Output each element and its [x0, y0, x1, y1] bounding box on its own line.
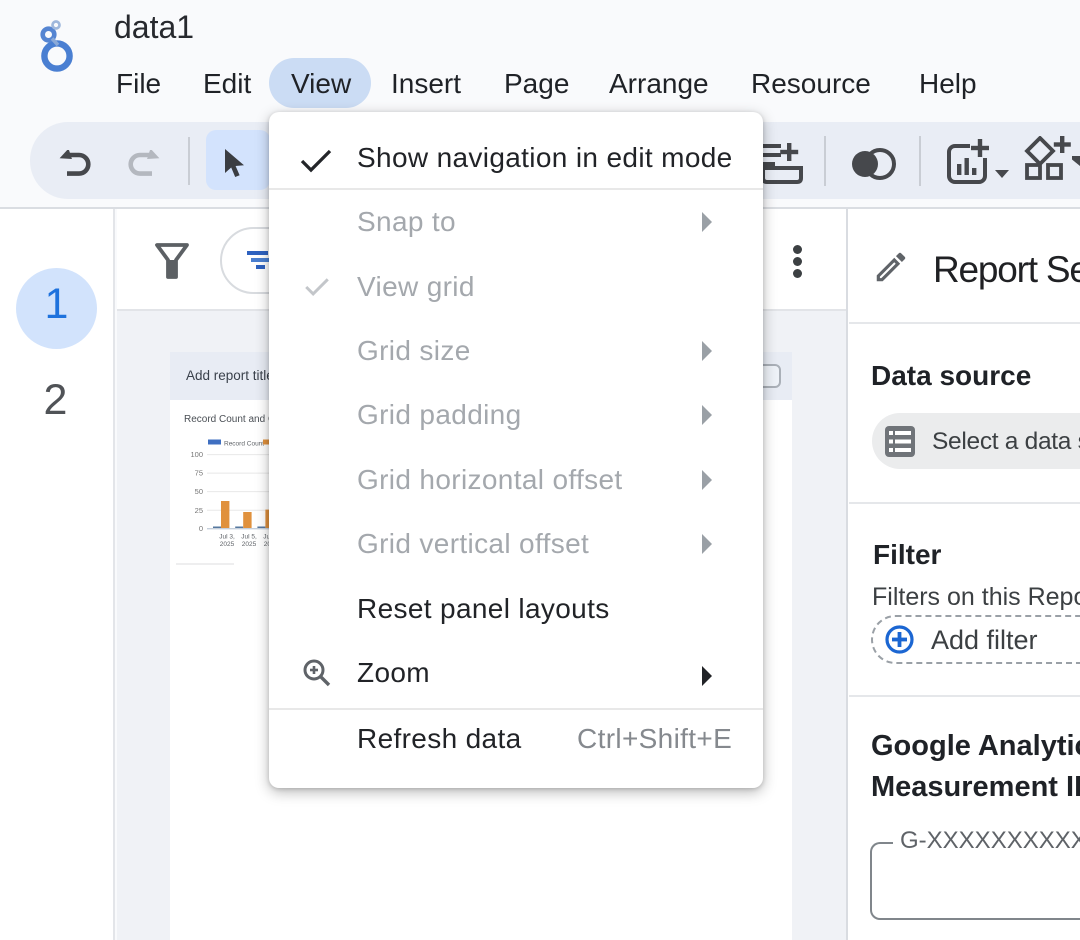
svg-text:25: 25 [195, 506, 203, 515]
svg-text:2025: 2025 [220, 541, 235, 548]
svg-text:0: 0 [199, 524, 203, 533]
svg-text:50: 50 [195, 487, 203, 496]
svg-text:Jul 3,: Jul 3, [219, 534, 235, 541]
svg-text:100: 100 [190, 450, 203, 459]
svg-text:75: 75 [195, 469, 203, 478]
svg-text:2025: 2025 [242, 541, 257, 548]
svg-text:Record Count: Record Count [224, 441, 264, 448]
svg-text:Jul 5,: Jul 5, [241, 534, 257, 541]
